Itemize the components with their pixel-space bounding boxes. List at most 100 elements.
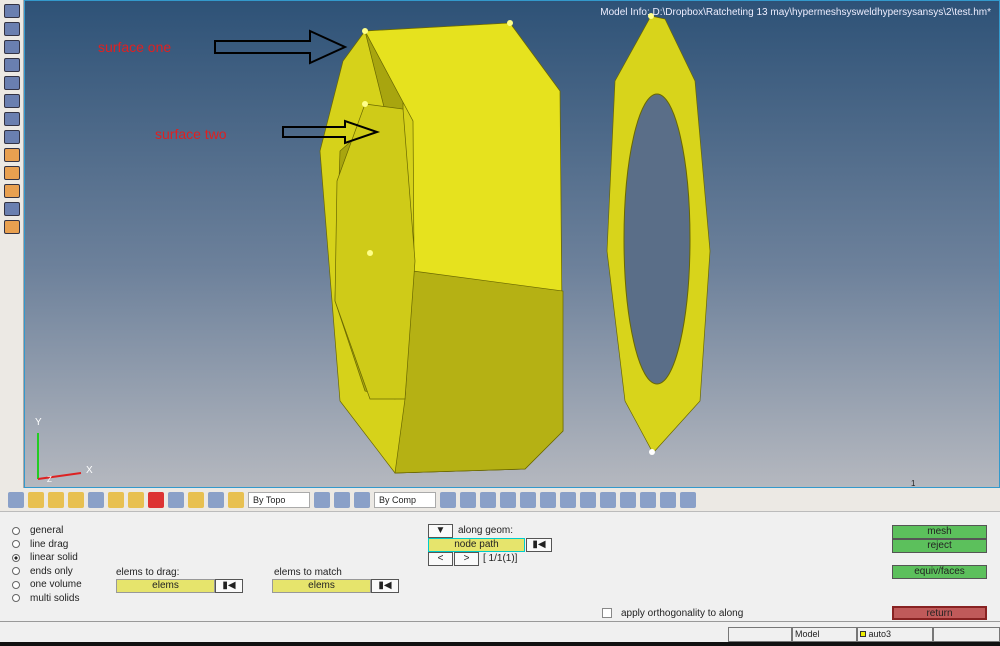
tool-icon[interactable]: [4, 40, 20, 54]
radio-line-drag[interactable]: line drag: [12, 539, 68, 550]
abc-icon[interactable]: [4, 166, 20, 180]
star-icon[interactable]: [228, 491, 244, 508]
page-number: 1: [911, 479, 916, 488]
equiv-faces-button[interactable]: equiv/faces: [892, 565, 987, 579]
color-by-comp-select[interactable]: By Comp: [374, 491, 436, 508]
tool-icon[interactable]: [4, 148, 20, 162]
reset-match-button[interactable]: ▮◀: [371, 579, 399, 593]
radio-label: general: [30, 525, 64, 536]
axis-z-label: Z: [47, 475, 52, 484]
radio-circle[interactable]: [12, 594, 20, 602]
tool-icon[interactable]: [4, 94, 20, 108]
tool-icon[interactable]: [4, 4, 20, 18]
prev-button[interactable]: <: [428, 552, 453, 566]
renumber-icon[interactable]: [208, 491, 224, 508]
path-counter: [ 1/1(1)]: [483, 553, 518, 564]
radio-circle[interactable]: [12, 526, 20, 535]
along-geom-label: along geom:: [458, 525, 514, 536]
status-bar: Model auto3: [0, 627, 1000, 642]
component-name: auto3: [868, 629, 892, 639]
reset-node-path-button[interactable]: ▮◀: [526, 538, 552, 552]
status-message: [728, 627, 792, 642]
forward-icon[interactable]: [620, 491, 636, 508]
status-model: Model: [792, 627, 857, 642]
property-icon[interactable]: [88, 491, 104, 508]
shaded-icon[interactable]: [334, 491, 350, 508]
elems-to-match-selector[interactable]: elems: [272, 579, 371, 593]
element-icon[interactable]: [460, 491, 476, 508]
abc-icon[interactable]: [4, 184, 20, 198]
radio-label: ends only: [30, 565, 73, 577]
solid-icon[interactable]: [354, 491, 370, 508]
model-geometry: [37, 13, 711, 480]
radio-one-volume[interactable]: one volume: [12, 579, 82, 590]
radio-circle[interactable]: [12, 540, 20, 548]
apply-orthogonality-checkbox[interactable]: [602, 608, 612, 618]
status-component[interactable]: auto3: [857, 627, 933, 642]
radio-label: line drag: [30, 538, 69, 550]
node-path-selector[interactable]: node path: [428, 538, 525, 552]
organize-icon[interactable]: [188, 491, 204, 508]
radio-label: linear solid: [30, 552, 78, 563]
mesh-button[interactable]: mesh: [892, 525, 987, 539]
reject-button[interactable]: reject: [892, 539, 987, 553]
tool-icon[interactable]: [4, 202, 20, 216]
tool-icon[interactable]: [4, 22, 20, 36]
tool-icon[interactable]: [4, 58, 20, 72]
along-dropdown[interactable]: ▼: [428, 524, 453, 538]
surface-icon[interactable]: [314, 491, 330, 508]
undo-icon[interactable]: [640, 491, 656, 508]
tool-icon[interactable]: [4, 112, 20, 126]
tool-icon[interactable]: [4, 76, 20, 90]
apply-orthogonality-label: apply orthogonality to along: [621, 608, 744, 619]
component-icon[interactable]: [28, 491, 44, 508]
elems-to-drag-selector[interactable]: elems: [116, 579, 215, 593]
radio-label: multi solids: [30, 592, 80, 604]
annotation-surface-two: surface two: [155, 126, 227, 142]
annotation-surface-one: surface one: [98, 39, 172, 55]
display-icon[interactable]: [520, 491, 536, 508]
system-icon[interactable]: [128, 491, 144, 508]
duplicate-icon[interactable]: [168, 491, 184, 508]
reset-drag-button[interactable]: ▮◀: [215, 579, 243, 593]
status-extra: [933, 627, 1000, 642]
plane-icon[interactable]: [500, 491, 516, 508]
wrench-icon[interactable]: [580, 491, 596, 508]
delete-icon[interactable]: [148, 491, 164, 508]
color-by-topo-select[interactable]: By Topo: [248, 491, 310, 508]
model-info: Model Info: D:\Dropbox\Ratcheting 13 may…: [600, 7, 991, 18]
next-button[interactable]: >: [454, 552, 479, 566]
wireframe-icon[interactable]: [440, 491, 456, 508]
elems-to-match-label: elems to match: [274, 567, 342, 578]
monitor-icon[interactable]: [540, 491, 556, 508]
minus-icon[interactable]: [660, 491, 676, 508]
folder-icon[interactable]: [68, 491, 84, 508]
radio-circle[interactable]: [12, 553, 20, 562]
elems-to-drag-label: elems to drag:: [116, 567, 180, 578]
graphics-viewport[interactable]: Model Info: D:\Dropbox\Ratcheting 13 may…: [24, 0, 1000, 488]
radio-multi-solids[interactable]: multi solids: [12, 593, 79, 604]
view-icon[interactable]: [560, 491, 576, 508]
axis-y-label: Y: [35, 417, 42, 428]
radio-label: one volume: [30, 579, 82, 590]
radio-ends-only[interactable]: ends only: [12, 566, 73, 577]
left-toolbar: [0, 0, 24, 488]
line-icon[interactable]: [480, 491, 496, 508]
radio-circle[interactable]: [12, 580, 20, 589]
radio-circle[interactable]: [12, 567, 20, 575]
taskbar: [0, 642, 1000, 646]
main-toolbar: By Topo By Comp: [0, 488, 1000, 512]
load-icon[interactable]: [108, 491, 124, 508]
return-button[interactable]: return: [892, 606, 987, 620]
back-icon[interactable]: [600, 491, 616, 508]
radio-linear-solid[interactable]: linear solid: [12, 552, 78, 563]
mesh-icon[interactable]: [8, 491, 24, 508]
tool-icon[interactable]: [4, 220, 20, 234]
plus-icon[interactable]: [680, 491, 696, 508]
solid-map-panel: general line drag linear solid ends only one…: [0, 515, 1000, 622]
radio-general[interactable]: general: [12, 525, 63, 536]
assembly-icon[interactable]: [48, 491, 64, 508]
info-icon[interactable]: [4, 130, 20, 144]
axis-x-label: X: [86, 465, 93, 476]
component-color-icon: [860, 631, 866, 637]
